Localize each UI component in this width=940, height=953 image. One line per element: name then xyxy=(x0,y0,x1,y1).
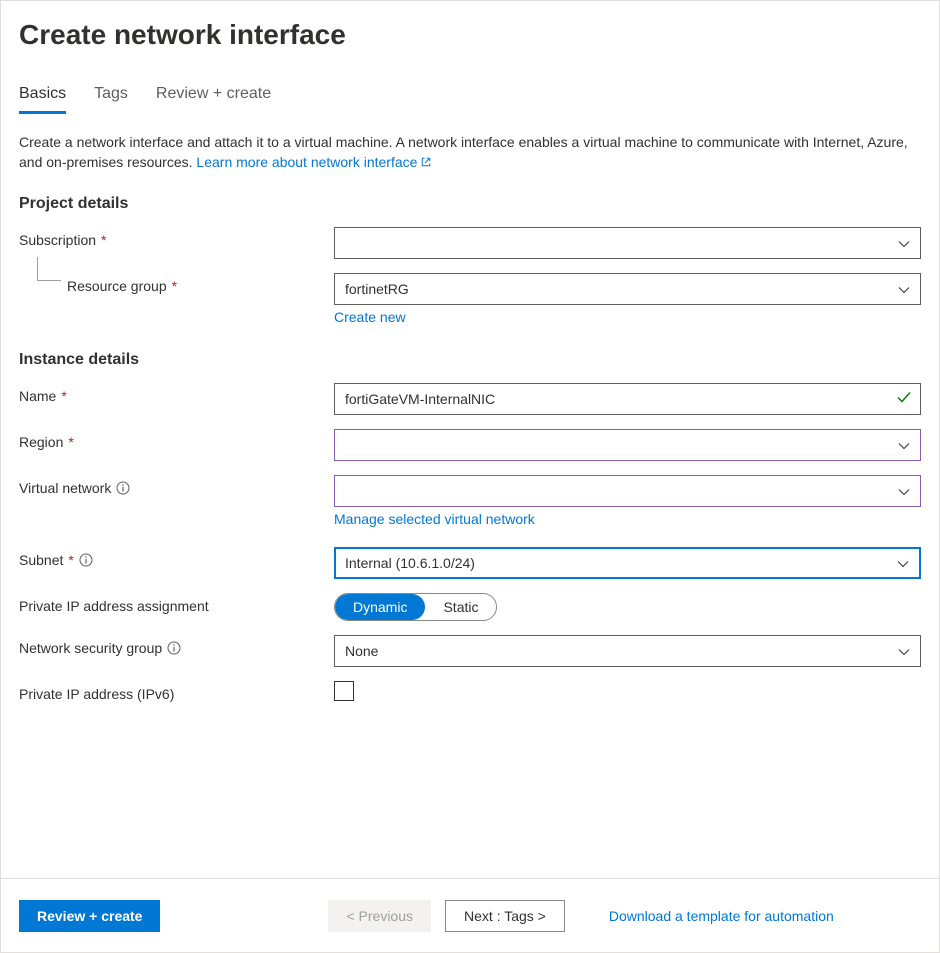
description-text: Create a network interface and attach it… xyxy=(19,132,919,173)
nsg-dropdown[interactable]: None xyxy=(334,635,921,667)
page-title: Create network interface xyxy=(19,19,921,51)
ipv6-checkbox[interactable] xyxy=(334,681,354,701)
region-label: Region* xyxy=(19,429,334,450)
description-body: Create a network interface and attach it… xyxy=(19,134,908,170)
chevron-down-icon xyxy=(898,283,910,295)
toggle-static[interactable]: Static xyxy=(425,594,496,620)
subnet-label: Subnet* xyxy=(19,547,334,568)
nsg-label: Network security group xyxy=(19,635,334,656)
required-asterisk: * xyxy=(172,278,177,294)
next-button[interactable]: Next : Tags > xyxy=(445,900,565,932)
tab-review-create[interactable]: Review + create xyxy=(156,85,271,114)
required-asterisk: * xyxy=(68,434,73,450)
chevron-down-icon xyxy=(898,237,910,249)
resource-group-label: Resource group* xyxy=(19,273,334,294)
toggle-dynamic[interactable]: Dynamic xyxy=(335,594,425,620)
ipv6-label: Private IP address (IPv6) xyxy=(19,681,334,702)
valid-check-icon xyxy=(896,389,912,408)
name-label: Name* xyxy=(19,383,334,404)
chevron-down-icon xyxy=(897,557,909,569)
chevron-down-icon xyxy=(898,485,910,497)
indent-bracket-icon xyxy=(37,257,61,281)
chevron-down-icon xyxy=(898,439,910,451)
vnet-dropdown[interactable] xyxy=(334,475,921,507)
ip-assignment-toggle: Dynamic Static xyxy=(334,593,497,621)
subscription-label: Subscription* xyxy=(19,227,334,248)
review-create-button[interactable]: Review + create xyxy=(19,900,160,932)
manage-vnet-link[interactable]: Manage selected virtual network xyxy=(334,511,921,527)
section-instance-details: Instance details xyxy=(19,351,921,369)
download-template-link[interactable]: Download a template for automation xyxy=(609,908,834,924)
create-new-link[interactable]: Create new xyxy=(334,309,921,325)
external-link-icon xyxy=(420,156,432,168)
vnet-label: Virtual network xyxy=(19,475,334,496)
chevron-down-icon xyxy=(898,645,910,657)
previous-button: < Previous xyxy=(328,900,431,932)
required-asterisk: * xyxy=(101,232,106,248)
section-project-details: Project details xyxy=(19,195,921,213)
resource-group-dropdown[interactable]: fortinetRG xyxy=(334,273,921,305)
info-icon[interactable] xyxy=(116,481,130,495)
name-input[interactable]: fortiGateVM-InternalNIC xyxy=(334,383,921,415)
tab-basics[interactable]: Basics xyxy=(19,85,66,114)
info-icon[interactable] xyxy=(167,641,181,655)
tabs: Basics Tags Review + create xyxy=(19,85,921,114)
required-asterisk: * xyxy=(68,552,73,568)
ip-assignment-label: Private IP address assignment xyxy=(19,593,334,614)
subscription-dropdown[interactable] xyxy=(334,227,921,259)
footer: Review + create < Previous Next : Tags >… xyxy=(1,878,939,952)
required-asterisk: * xyxy=(61,388,66,404)
learn-more-link[interactable]: Learn more about network interface xyxy=(196,154,432,170)
subnet-dropdown[interactable]: Internal (10.6.1.0/24) xyxy=(334,547,921,579)
info-icon[interactable] xyxy=(79,553,93,567)
region-dropdown[interactable] xyxy=(334,429,921,461)
tab-tags[interactable]: Tags xyxy=(94,85,128,114)
